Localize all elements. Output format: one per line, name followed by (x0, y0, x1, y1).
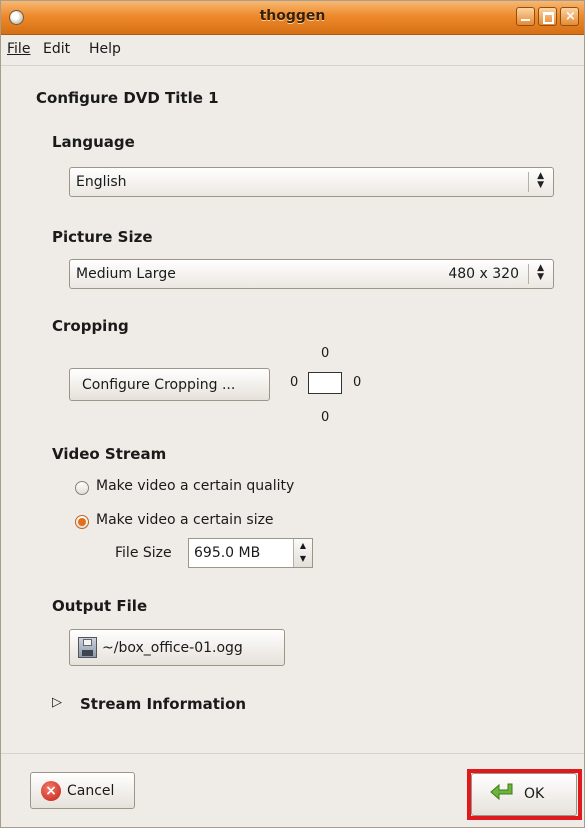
bottom-separator (1, 753, 584, 754)
close-icon: × (565, 9, 576, 24)
configure-cropping-label: Configure Cropping ... (82, 377, 236, 393)
minimize-button[interactable] (516, 7, 535, 26)
output-file-value: ~/box_office-01.ogg (102, 640, 243, 656)
ok-highlight-box (467, 769, 582, 820)
file-size-label: File Size (115, 545, 172, 561)
menu-file[interactable]: File (7, 41, 30, 57)
crop-top-value: 0 (321, 346, 330, 361)
close-button[interactable]: × (560, 7, 579, 26)
dialog-heading: Configure DVD Title 1 (36, 89, 219, 107)
menu-bar: File Edit Help (1, 35, 584, 66)
cancel-button[interactable]: × Cancel (30, 772, 135, 809)
combo-arrows-icon: ▲ ▼ (537, 263, 544, 282)
maximize-icon (543, 12, 554, 24)
crop-preview-box (308, 372, 342, 394)
cancel-icon: × (41, 781, 61, 801)
menu-help[interactable]: Help (89, 41, 121, 57)
radio-size[interactable] (75, 515, 89, 529)
configure-cropping-button[interactable]: Configure Cropping ... (69, 368, 270, 401)
maximize-button[interactable] (538, 7, 557, 26)
language-combo[interactable]: English ▲ ▼ (69, 167, 554, 197)
output-file-section-label: Output File (52, 597, 148, 615)
picture-size-combo[interactable]: Medium Large 480 x 320 ▲ ▼ (69, 259, 554, 289)
language-section-label: Language (52, 133, 135, 151)
output-file-button[interactable]: ~/box_office-01.ogg (69, 629, 285, 666)
menu-edit-label: Edit (43, 41, 71, 57)
cropping-section-label: Cropping (52, 317, 129, 335)
combo-separator (528, 172, 529, 192)
floppy-icon (78, 637, 97, 658)
combo-separator (528, 264, 529, 284)
minimize-icon (521, 19, 530, 21)
video-stream-section-label: Video Stream (52, 445, 167, 463)
menu-file-label: File (7, 41, 31, 57)
menu-edit[interactable]: Edit (43, 41, 70, 57)
picture-size-section-label: Picture Size (52, 228, 153, 246)
crop-bottom-value: 0 (321, 410, 330, 425)
language-value: English (76, 174, 127, 190)
file-size-value: 695.0 MB (194, 545, 261, 561)
menu-help-label: Help (89, 41, 121, 57)
spinner-arrows-icon[interactable]: ▲ ▼ (293, 539, 312, 567)
radio-quality[interactable] (75, 481, 89, 495)
title-bar[interactable]: thoggen × (1, 1, 584, 35)
app-window: thoggen × File Edit Help Configure DVD T… (0, 0, 585, 828)
expander-arrow-icon[interactable]: ▷ (52, 695, 62, 710)
crop-left-value: 0 (290, 375, 299, 390)
picture-size-resolution: 480 x 320 (448, 266, 519, 282)
stream-information-expander[interactable]: Stream Information (80, 695, 246, 713)
crop-right-value: 0 (353, 375, 362, 390)
radio-size-label[interactable]: Make video a certain size (96, 512, 274, 528)
picture-size-value: Medium Large (76, 266, 176, 282)
radio-quality-label[interactable]: Make video a certain quality (96, 478, 294, 494)
window-title: thoggen (259, 8, 326, 24)
file-size-spinner[interactable]: 695.0 MB ▲ ▼ (188, 538, 313, 568)
cancel-label: Cancel (67, 783, 115, 799)
combo-arrows-icon: ▲ ▼ (537, 171, 544, 190)
